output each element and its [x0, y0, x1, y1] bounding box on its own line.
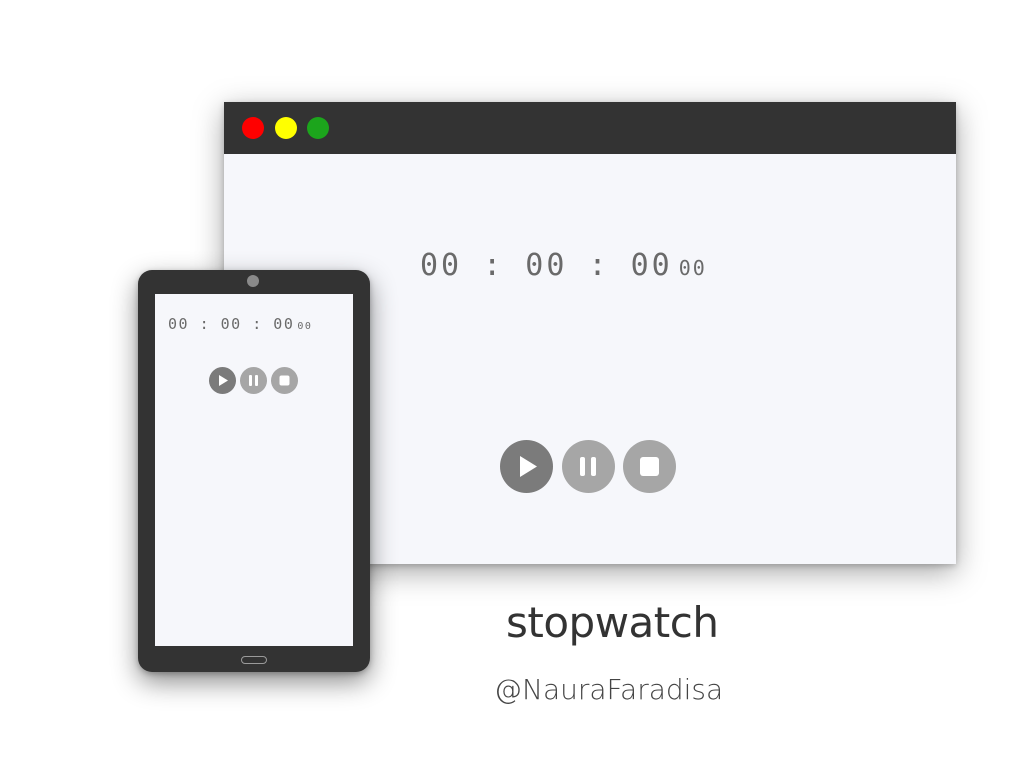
- tablet-stop-button[interactable]: [271, 367, 298, 394]
- author-handle: @NauraFaradisa: [494, 673, 724, 706]
- tablet-device: 00 : 00 : 00 00: [138, 270, 370, 672]
- play-icon: [219, 375, 228, 386]
- app-title: stopwatch: [506, 598, 719, 647]
- close-window-button[interactable]: [242, 117, 264, 139]
- stop-icon: [279, 375, 290, 386]
- tablet-timer-main: 00 : 00 : 00: [168, 315, 295, 333]
- stop-icon: [640, 457, 659, 476]
- tablet-timer-centiseconds: 00: [297, 321, 313, 332]
- camera-icon: [247, 275, 259, 287]
- home-button[interactable]: [241, 656, 267, 664]
- desktop-pause-button[interactable]: [562, 440, 615, 493]
- mockup-stage: 00 : 00 : 00 00 00 : 00: 00 00 stopwatc…: [0, 0, 1024, 768]
- minimize-window-button[interactable]: [275, 117, 297, 139]
- pause-icon: [249, 375, 258, 386]
- desktop-timer-display: 00 : 00 : 00 00: [420, 248, 707, 283]
- tablet-screen: 00 : 00 : 00 00: [155, 294, 353, 646]
- desktop-stop-button[interactable]: [623, 440, 676, 493]
- maximize-window-button[interactable]: [307, 117, 329, 139]
- tablet-pause-button[interactable]: [240, 367, 267, 394]
- play-icon: [520, 456, 537, 477]
- desktop-timer-main: 00 : 00 : 00: [420, 248, 673, 283]
- desktop-play-button[interactable]: [500, 440, 553, 493]
- desktop-timer-centiseconds: 00: [678, 256, 707, 280]
- pause-icon: [580, 457, 596, 476]
- window-titlebar: [224, 102, 956, 154]
- tablet-timer-display: 00 : 00 : 00 00: [168, 315, 312, 333]
- tablet-play-button[interactable]: [209, 367, 236, 394]
